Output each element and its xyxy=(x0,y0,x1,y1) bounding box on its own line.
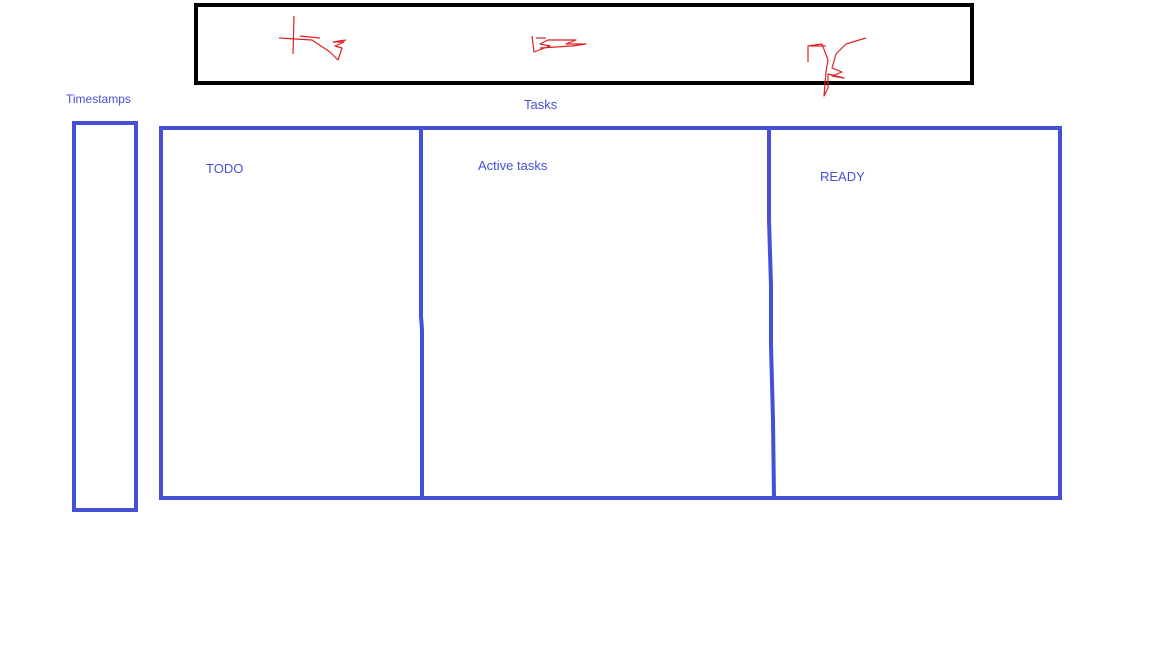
active-ready-divider xyxy=(767,128,776,499)
task-board xyxy=(159,126,1062,500)
todo-active-divider xyxy=(419,128,424,498)
task-board-border xyxy=(159,126,1062,500)
